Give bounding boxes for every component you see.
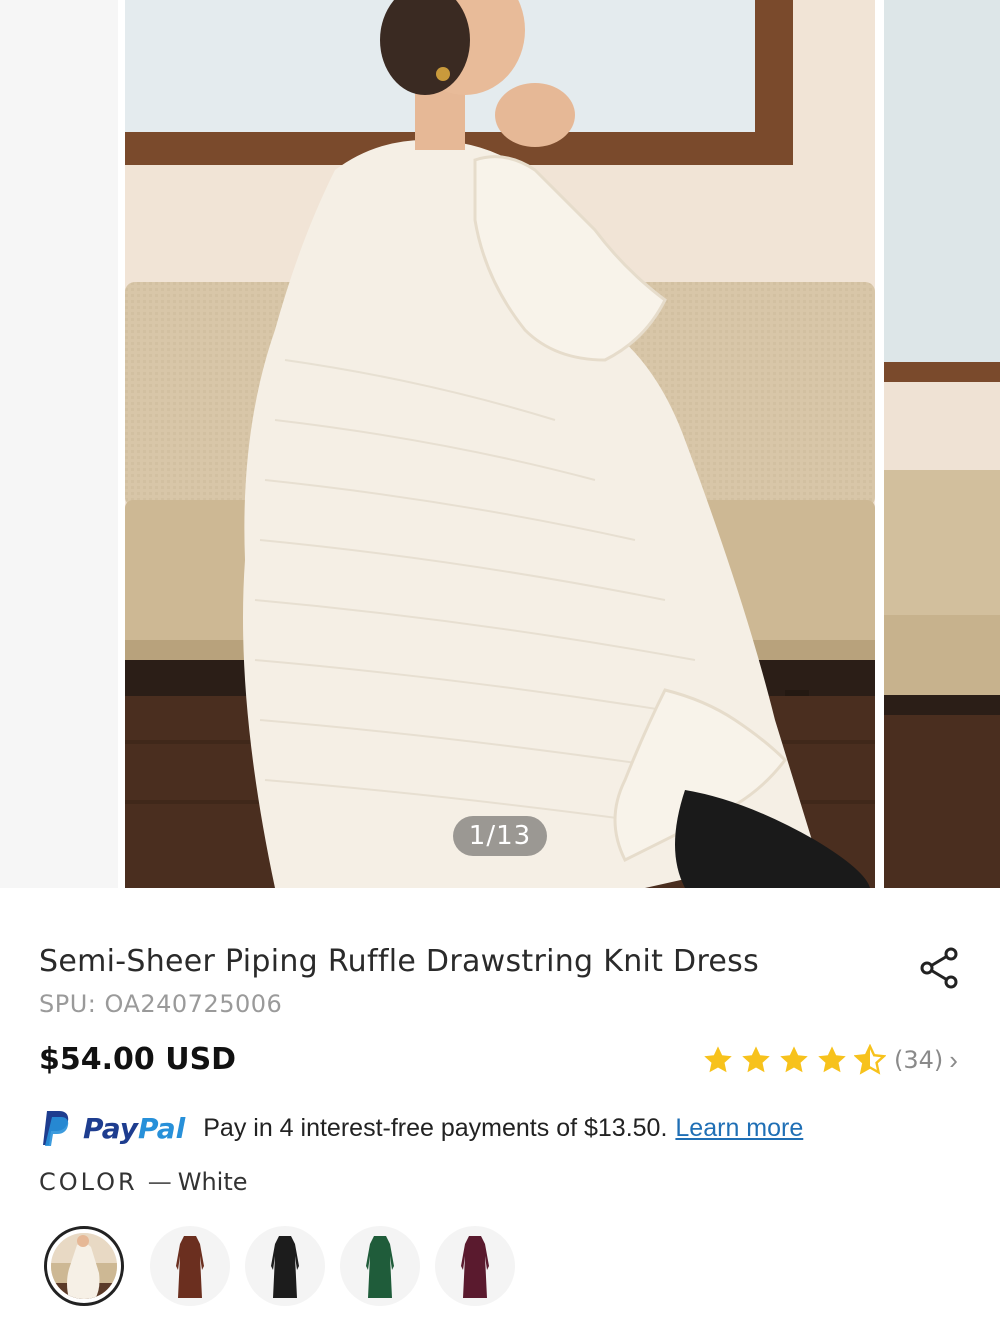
product-spu: SPU: OA240725006 xyxy=(39,990,283,1018)
selected-color: White xyxy=(177,1168,248,1196)
image-counter: 1/13 xyxy=(453,816,547,856)
paypal-word-pay: Pay xyxy=(83,1111,139,1145)
paypal-word-pal: Pal xyxy=(138,1111,186,1145)
product-price: $54.00 USD xyxy=(39,1042,237,1077)
next-slide-peek[interactable] xyxy=(884,0,1000,888)
star-icon xyxy=(742,1046,770,1073)
star-icon xyxy=(704,1046,732,1073)
color-swatch-burgundy[interactable] xyxy=(435,1226,515,1306)
color-swatch-black[interactable] xyxy=(245,1226,325,1306)
swatch-thumbnail xyxy=(51,1233,117,1299)
paypal-p-icon xyxy=(43,1111,69,1146)
color-swatch-green[interactable] xyxy=(340,1226,420,1306)
star-icon xyxy=(818,1046,846,1073)
paypal-installments: PayPal Pay in 4 interest-free payments o… xyxy=(39,1106,803,1150)
star-icon xyxy=(780,1046,808,1073)
previous-slide-peek[interactable] xyxy=(0,0,118,888)
learn-more-link[interactable]: Learn more xyxy=(675,1114,803,1143)
product-title: Semi-Sheer Piping Ruffle Drawstring Knit… xyxy=(39,944,760,979)
product-image-main[interactable] xyxy=(125,0,875,888)
dress-icon xyxy=(461,1236,489,1298)
next-photo xyxy=(884,0,1000,888)
color-selection-label: COLOR — White xyxy=(39,1168,248,1196)
share-icon[interactable] xyxy=(918,946,960,990)
dress-icon xyxy=(176,1236,204,1298)
review-count: (34) xyxy=(894,1046,944,1074)
paypal-logo: PayPal xyxy=(39,1109,185,1147)
chevron-right-icon: › xyxy=(949,1044,958,1075)
color-swatch-white[interactable] xyxy=(44,1226,124,1306)
half-star-icon xyxy=(854,1044,886,1075)
model-photo xyxy=(125,0,875,888)
color-swatch-brown[interactable] xyxy=(150,1226,230,1306)
dress-icon xyxy=(271,1236,299,1298)
product-image-gallery[interactable]: 1/13 xyxy=(0,0,1000,888)
rating-summary[interactable]: (34) › xyxy=(702,1040,958,1080)
dress-icon xyxy=(366,1236,394,1298)
color-label: COLOR xyxy=(39,1168,138,1196)
paypal-message: Pay in 4 interest-free payments of $13.5… xyxy=(203,1113,668,1142)
color-separator: — xyxy=(147,1168,172,1196)
